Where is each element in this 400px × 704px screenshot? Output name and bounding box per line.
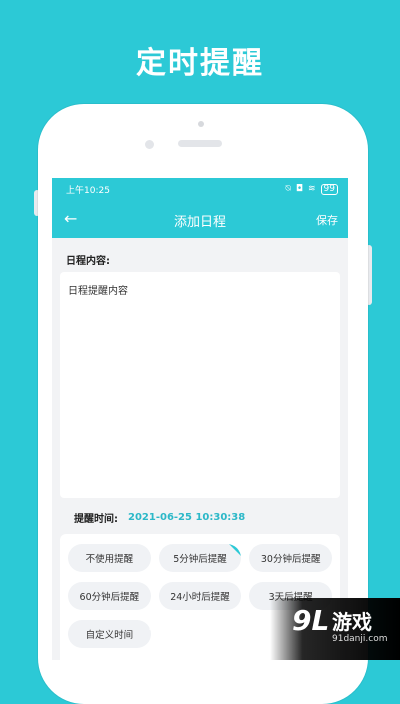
content-value: 日程提醒内容 (68, 286, 128, 297)
watermark-name-2: 游戏 (332, 610, 372, 634)
battery-icon: 99 (320, 183, 338, 195)
option-no-reminder[interactable]: 不使用提醒 (68, 544, 151, 572)
phone-screen: 上午10:25 ⍉ ◘ ≋ 99 ← 添加日程 保存 日程内容: 日程提醒内容 … (52, 178, 348, 660)
status-bar: 上午10:25 ⍉ ◘ ≋ 99 (52, 178, 348, 200)
status-icons: ⍉ ◘ ≋ 99 (285, 183, 338, 195)
phone-sensor (145, 140, 154, 149)
content-label: 日程内容: (66, 256, 110, 267)
status-time: 上午10:25 (66, 185, 110, 196)
headline: 定时提醒 (136, 46, 264, 81)
option-custom-time[interactable]: 自定义时间 (68, 620, 151, 648)
save-button[interactable]: 保存 (316, 212, 338, 228)
reminder-time-value[interactable]: 2021-06-25 10:30:38 (128, 512, 245, 523)
watermark-logo-2: 9L (292, 604, 330, 637)
option-60-min[interactable]: 60分钟后提醒 (68, 582, 151, 610)
phone-speaker (178, 140, 222, 147)
option-30-min[interactable]: 30分钟后提醒 (249, 544, 332, 572)
option-5-min[interactable]: 5分钟后提醒 (158, 544, 242, 572)
reminder-time-row[interactable]: 提醒时间: 2021-06-25 10:30:38 (52, 500, 348, 534)
app-bar: ← 添加日程 保存 (52, 200, 348, 238)
wifi-icon: ≋ (308, 183, 316, 194)
phone-camera (198, 121, 204, 127)
watermark-name: 游戏 (196, 616, 232, 637)
watermark-logo: 9L (148, 604, 186, 637)
reminder-time-label: 提醒时间: (74, 513, 118, 525)
alarm-icon: ◘ (295, 183, 303, 194)
watermark-url: 91danji.com (332, 634, 388, 644)
page-title: 添加日程 (173, 215, 226, 230)
content-textarea[interactable]: 日程提醒内容 (60, 272, 340, 498)
mute-icon: ⍉ (285, 183, 291, 194)
